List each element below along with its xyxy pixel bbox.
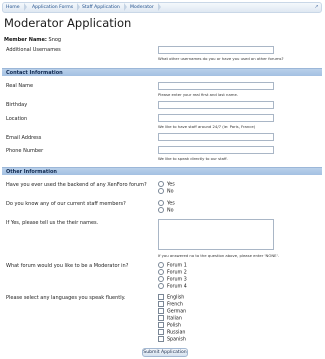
- language-english[interactable]: English: [158, 294, 185, 301]
- option-label: English: [167, 295, 185, 301]
- option-label: Forum 4: [167, 284, 187, 290]
- email-input[interactable]: [158, 133, 274, 141]
- forum-option-2[interactable]: Forum 2: [158, 269, 187, 276]
- jump-to-icon[interactable]: ↗: [313, 4, 320, 11]
- option-label: Polish: [167, 323, 181, 329]
- radio-button[interactable]: [158, 262, 164, 268]
- checkbox[interactable]: [158, 294, 164, 300]
- location-input[interactable]: [158, 114, 274, 122]
- forum-option-3[interactable]: Forum 3: [158, 276, 187, 283]
- phone-hint: We like to speak directly to our staff.: [158, 156, 228, 161]
- option-label: No: [167, 189, 174, 195]
- backend-option-yes[interactable]: Yes: [158, 181, 175, 188]
- option-label: German: [167, 309, 187, 315]
- birthday-input[interactable]: [158, 101, 274, 109]
- option-label: Forum 2: [167, 270, 187, 276]
- option-label: French: [167, 302, 183, 308]
- member-name-value: Snog: [48, 37, 62, 43]
- location-label: Location: [6, 116, 28, 122]
- additional-usernames-hint: What other usernames do you or have you …: [158, 56, 284, 61]
- real-name-label: Real Name: [6, 83, 34, 89]
- radio-button[interactable]: [158, 276, 164, 282]
- forum-option-4[interactable]: Forum 4: [158, 283, 187, 290]
- forum-option-1[interactable]: Forum 1: [158, 262, 187, 269]
- checkbox[interactable]: [158, 301, 164, 307]
- breadcrumb: Home Application Forms Staff Application…: [2, 2, 322, 13]
- contact-section-header: Contact Information: [2, 68, 322, 76]
- birthday-label: Birthday: [6, 102, 28, 108]
- breadcrumb-home[interactable]: Home: [3, 3, 27, 12]
- breadcrumb-staff-application[interactable]: Staff Application: [79, 3, 127, 12]
- staff-option-yes[interactable]: Yes: [158, 200, 175, 207]
- radio-button[interactable]: [158, 188, 164, 194]
- language-russian[interactable]: Russian: [158, 329, 186, 336]
- additional-usernames-input[interactable]: [158, 46, 274, 54]
- forum-question: What forum would you like to be a Modera…: [6, 263, 129, 269]
- option-label: Forum 1: [167, 263, 187, 269]
- radio-button[interactable]: [158, 207, 164, 213]
- option-label: Yes: [167, 201, 175, 207]
- submit-application-button[interactable]: Submit Application: [142, 348, 188, 357]
- other-section-header: Other Information: [2, 167, 322, 175]
- member-name-label: Member Name:: [4, 37, 47, 43]
- breadcrumb-moderator[interactable]: Moderator: [127, 3, 161, 12]
- language-polish[interactable]: Polish: [158, 322, 181, 329]
- language-french[interactable]: French: [158, 301, 183, 308]
- checkbox[interactable]: [158, 315, 164, 321]
- staff-names-hint: If you answered no to the question above…: [158, 253, 279, 258]
- real-name-input[interactable]: [158, 82, 274, 90]
- option-label: Italian: [167, 316, 182, 322]
- page-title: Moderator Application: [4, 16, 132, 30]
- staff-question: Do you know any of our current staff mem…: [6, 201, 126, 207]
- phone-input[interactable]: [158, 146, 274, 154]
- option-label: Spanish: [167, 337, 186, 343]
- email-label: Email Address: [6, 135, 42, 141]
- language-italian[interactable]: Italian: [158, 315, 182, 322]
- option-label: No: [167, 208, 174, 214]
- location-hint: We like to have staff around 24/7 (ie: P…: [158, 124, 256, 129]
- additional-usernames-label: Additional Usernames: [6, 47, 61, 53]
- option-label: Forum 3: [167, 277, 187, 283]
- phone-label: Phone Number: [6, 148, 44, 154]
- member-name: Member Name: Snog: [4, 37, 61, 43]
- option-label: Yes: [167, 182, 175, 188]
- radio-button[interactable]: [158, 181, 164, 187]
- staff-names-label: If Yes, please tell us the their names.: [6, 220, 99, 226]
- checkbox[interactable]: [158, 329, 164, 335]
- backend-option-no[interactable]: No: [158, 188, 174, 195]
- checkbox[interactable]: [158, 336, 164, 342]
- language-spanish[interactable]: Spanish: [158, 336, 186, 343]
- radio-button[interactable]: [158, 269, 164, 275]
- radio-button[interactable]: [158, 283, 164, 289]
- radio-button[interactable]: [158, 200, 164, 206]
- checkbox[interactable]: [158, 308, 164, 314]
- languages-question: Please select any languages you speak fl…: [6, 295, 126, 301]
- backend-question: Have you ever used the backend of any Xe…: [6, 182, 147, 188]
- option-label: Russian: [167, 330, 186, 336]
- staff-names-textarea[interactable]: [158, 219, 274, 250]
- real-name-hint: Please enter your real first and last na…: [158, 92, 239, 97]
- breadcrumb-application-forms[interactable]: Application Forms: [29, 3, 81, 12]
- language-german[interactable]: German: [158, 308, 187, 315]
- staff-option-no[interactable]: No: [158, 207, 174, 214]
- checkbox[interactable]: [158, 322, 164, 328]
